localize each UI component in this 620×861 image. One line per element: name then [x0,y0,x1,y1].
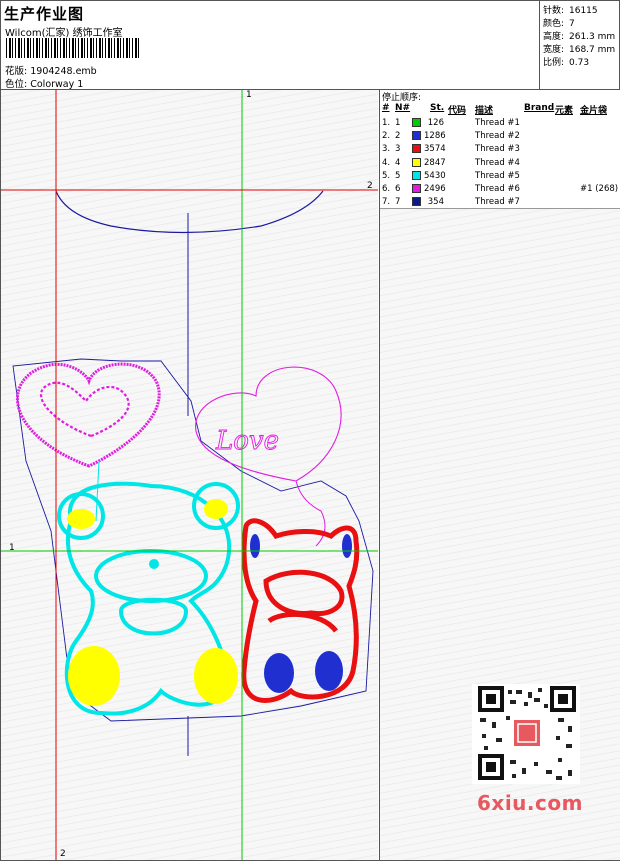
col-element: 元素 [555,106,574,116]
design-file: 花版: 1904248.emb [5,63,97,77]
thread-color-swatch [412,118,421,127]
thread-color-swatch [412,144,421,154]
row-stitches: 2847 [424,157,446,168]
row-number: 1. [382,118,391,128]
stat-stitches: 针数: 16115 [543,6,598,16]
row-stitches: 3574 [424,144,446,155]
row-description: Thread #7 [475,197,520,208]
embroidery-preview: Love [1,90,378,860]
row-stitches: 1286 [424,131,446,142]
row-description: Thread #4 [475,157,520,168]
qr-code [472,684,580,784]
sequence-row: 3. 3 3574 Thread #3 [380,144,620,157]
col-sequin: 金片袋 [580,106,608,116]
heart-balloon-right [195,366,342,482]
thread-color-swatch [412,197,421,207]
row-needle: 6 [395,184,401,194]
row-needle: 5 [395,170,401,181]
guide-label-h1: 1 [9,543,15,553]
stat-height: 高度: 261.3 mm [543,32,616,42]
stop-sequence-title: 停止顺序: [382,93,422,103]
production-worksheet: 生产作业图 Wilcom(汇家) 绣饰工作室 花版: 1904248.emb 色… [0,0,620,861]
balloon-string-left [95,460,100,522]
page-title: 生产作业图 [4,5,85,23]
red-bear-foot-right [315,651,343,691]
col-code: 代码 [448,106,467,116]
thread-color-swatch [412,131,421,141]
balloon-string-right [295,480,326,547]
row-stitches: 5430 [424,170,446,181]
row-number: 7. [382,197,391,208]
row-stitches: 2496 [424,184,446,194]
row-description: Thread #6 [475,184,520,194]
col-desc: 描述 [475,106,494,116]
thread-color-swatch [412,157,421,167]
row-needle: 3 [395,144,401,155]
sequence-row: 4. 4 2847 Thread #4 [380,157,620,171]
cyan-bear-foot-right [194,648,238,704]
col-num: # [382,103,390,113]
sequence-row: 7. 7 354 Thread #7 [380,197,620,210]
sequence-row: 6. 6 2496 Thread #6 #1 (268) [380,184,620,197]
barcode [6,38,140,58]
row-needle: 1 [395,118,401,128]
row-stitches: 354 [427,197,444,208]
row-stitches: 126 [427,118,444,128]
row-number: 5. [382,170,391,181]
guide-label-v2: 2 [60,849,66,859]
guide-label-h2: 2 [367,181,373,191]
row-needle: 2 [395,131,401,142]
row-description: Thread #1 [475,118,520,128]
stat-width: 宽度: 168.7 mm [543,45,616,55]
garment-neckline [55,190,324,234]
stat-scale: 比例: 0.73 [543,58,590,68]
row-needle: 4 [395,157,401,168]
stop-sequence-table: 停止顺序: # N# St. 代码 描述 Brand 元素 金片袋 1. 1 126… [380,90,620,209]
love-text: Love [215,426,279,456]
qr-code-pattern [478,686,576,780]
header-panel: 生产作业图 Wilcom(汇家) 绣饰工作室 花版: 1904248.emb 色… [1,1,619,90]
thread-color-swatch [412,184,421,193]
heart-balloon-left [15,362,161,468]
cyan-bear-foot-left [68,646,120,706]
row-number: 4. [382,157,391,168]
col-st: St. [430,103,445,113]
col-n: N# [395,103,411,113]
row-sequin: #1 (268) [580,184,619,194]
cyan-bear-ear-right-fill [204,499,228,519]
sequence-row: 5. 5 5430 Thread #5 [380,170,620,184]
thread-color-swatch [412,170,421,180]
sequence-row: 2. 2 1286 Thread #2 [380,131,620,144]
row-description: Thread #3 [475,144,520,155]
red-bear-ear-right [342,534,352,558]
colorway-label: 色位: [5,79,28,90]
red-bear-foot-left [264,653,294,693]
cyan-bear-ear-left-fill [67,509,95,529]
col-brand: Brand [524,103,555,113]
row-needle: 7 [395,197,401,208]
red-bear-ear-left [250,534,260,558]
sequence-row: 1. 1 126 Thread #1 [380,118,620,131]
studio-name: Wilcom(汇家) 绣饰工作室 [5,28,123,39]
colorway-value: Colorway 1 [30,79,84,90]
row-description: Thread #2 [475,131,520,142]
design-stats: 针数: 16115 颜色: 7 高度: 261.3 mm 宽度: 168.7 mm 比例… [539,1,619,89]
row-number: 6. [382,184,391,194]
colorway: 色位: Colorway 1 [5,76,83,90]
row-description: Thread #5 [475,170,520,181]
design-canvas[interactable]: Love 1 2 1 2 [1,90,378,860]
watermark-text: 6xiu.com [477,791,583,815]
row-number: 2. [382,131,391,142]
row-number: 3. [382,144,391,155]
guide-label-v1: 1 [246,90,252,100]
stat-colors: 颜色: 7 [543,19,575,29]
heart-inner-zigzag [39,381,130,438]
